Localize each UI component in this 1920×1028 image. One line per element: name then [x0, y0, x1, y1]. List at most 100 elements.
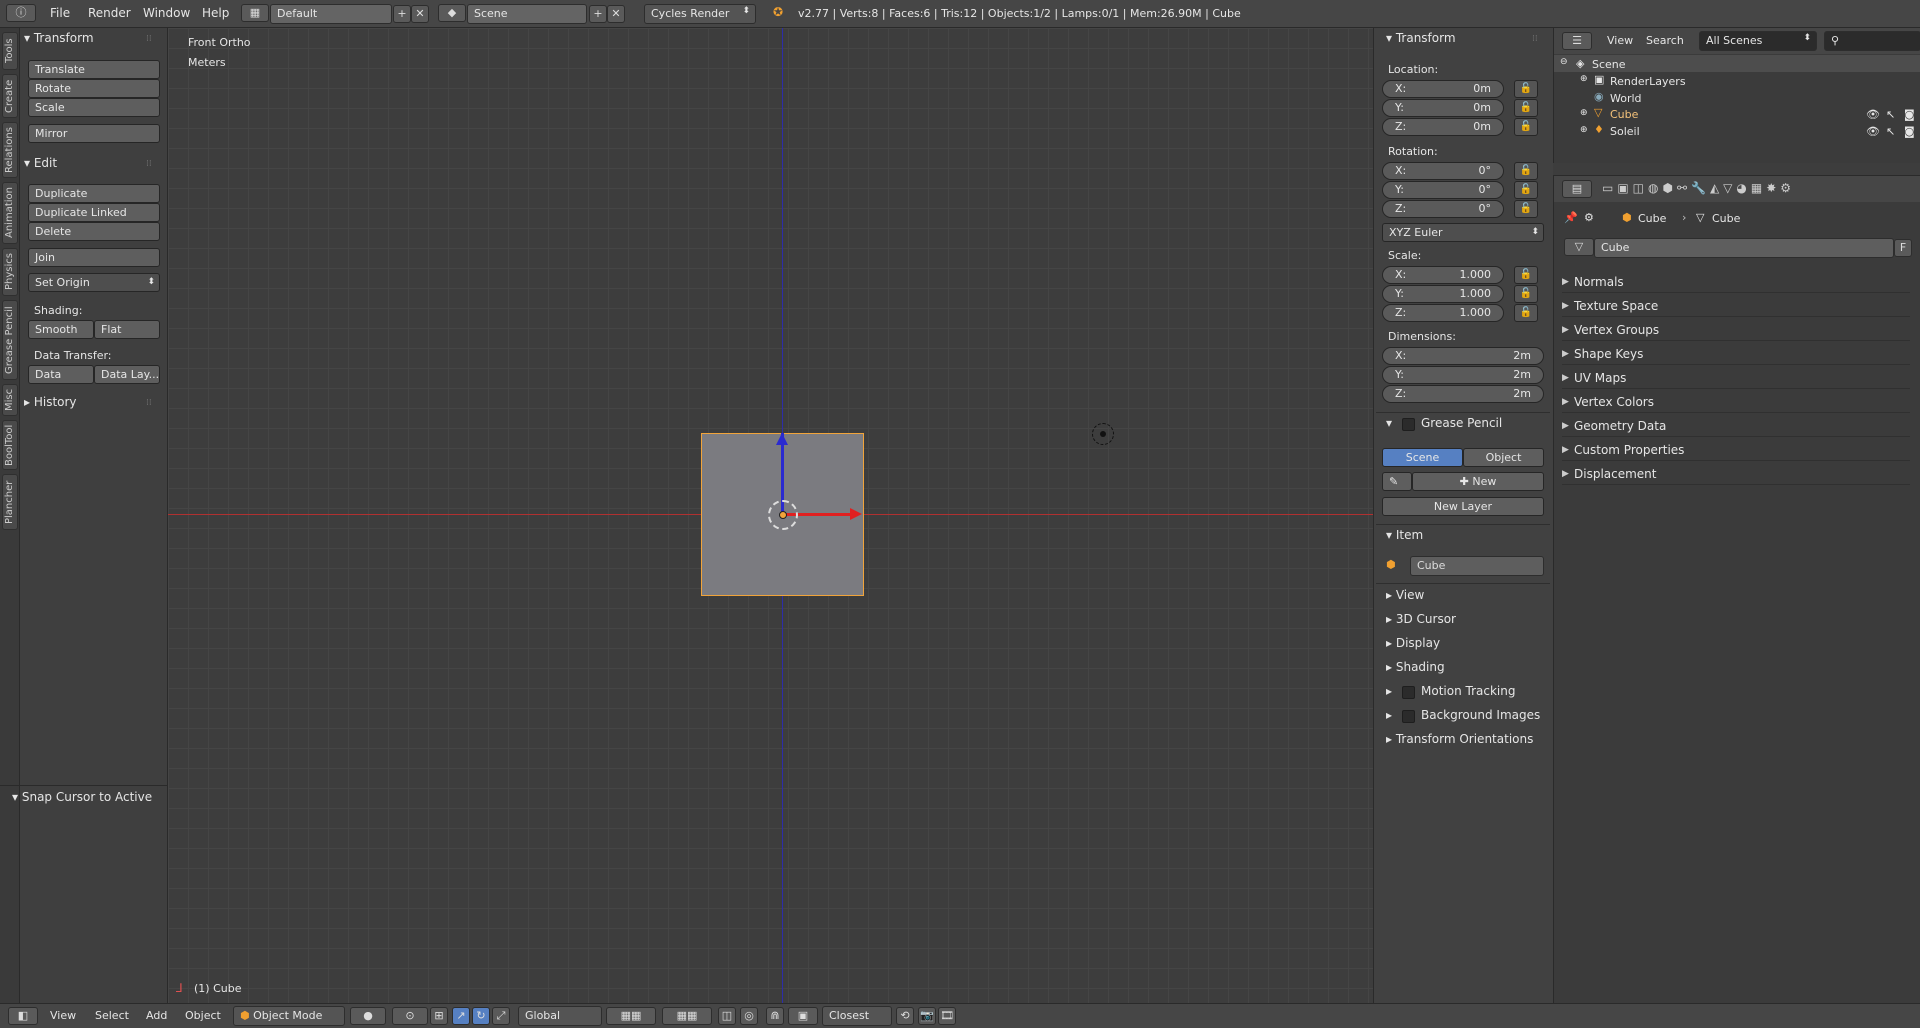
rotation-mode-select[interactable]: XYZ Euler ⬍ — [1382, 223, 1544, 242]
manipulator-toggle-icon[interactable]: ⊞ — [430, 1007, 448, 1025]
3d-viewport[interactable]: Front Ortho Meters ⅃ (1) Cube — [168, 28, 1373, 1003]
add-layout-icon[interactable]: + — [393, 5, 411, 23]
selectable-arrow-icon[interactable]: ↖ — [1886, 108, 1895, 121]
location-y-field[interactable]: Y: 0m — [1382, 99, 1504, 117]
snap-magnet-icon[interactable]: ⋒ — [766, 1007, 784, 1025]
item-panel-header[interactable]: ▾ Item — [1386, 528, 1423, 542]
transform-panel-header[interactable]: ▾ Transform — [1386, 31, 1456, 45]
scene-field[interactable]: Scene — [467, 4, 587, 24]
menu-view[interactable]: View — [50, 1009, 76, 1022]
history-panel-header[interactable]: ▸ History — [24, 395, 77, 409]
gizmo-x-arrowhead-icon[interactable] — [850, 508, 862, 520]
3d-cursor-panel-header[interactable]: ▸ 3D Cursor — [1386, 612, 1456, 626]
lock-icon[interactable]: 🔓 — [1514, 181, 1538, 199]
outliner-search-menu[interactable]: Search — [1646, 34, 1684, 47]
pencil-icon[interactable]: ✎ — [1382, 472, 1412, 491]
menu-add[interactable]: Add — [146, 1009, 167, 1022]
edit-panel-header[interactable]: ▾ Edit — [24, 156, 57, 170]
outliner-view-menu[interactable]: View — [1607, 34, 1633, 47]
lock-icon[interactable]: 🔓 — [1514, 99, 1538, 117]
smooth-button[interactable]: Smooth — [28, 320, 94, 339]
background-images-checkbox[interactable] — [1402, 710, 1415, 723]
translate-manipulator-icon[interactable]: ↗ — [452, 1007, 470, 1025]
menu-help[interactable]: Help — [202, 6, 229, 20]
mirror-button[interactable]: Mirror — [28, 124, 160, 143]
gp-new-layer-button[interactable]: New Layer — [1382, 497, 1544, 516]
displacement-panel[interactable]: ▶ Displacement — [1562, 463, 1910, 485]
custom-properties-panel[interactable]: ▶ Custom Properties — [1562, 439, 1910, 461]
tab-animation[interactable]: Animation — [2, 182, 18, 244]
display-mode-select[interactable]: All Scenes ⬍ — [1699, 31, 1817, 51]
lock-icon[interactable]: 🔓 — [1514, 118, 1538, 136]
scale-x-field[interactable]: X: 1.000 — [1382, 266, 1504, 284]
duplicate-button[interactable]: Duplicate — [28, 184, 160, 203]
motion-tracking-checkbox[interactable] — [1402, 686, 1415, 699]
scale-button[interactable]: Scale — [28, 98, 160, 117]
panel-grip-icon[interactable]: ⁞⁞ — [146, 398, 152, 408]
scale-z-field[interactable]: Z: 1.000 — [1382, 304, 1504, 322]
lock-icon[interactable]: 🔓 — [1514, 200, 1538, 218]
render-camera-icon[interactable]: ◙ — [1904, 108, 1915, 121]
item-name-field[interactable]: Cube — [1410, 556, 1544, 576]
transform-orientation-select[interactable]: Global — [518, 1006, 602, 1026]
render-layer-icon[interactable]: ◫ — [718, 1007, 736, 1025]
grease-pencil-checkbox[interactable] — [1402, 418, 1415, 431]
proportional-edit-icon[interactable]: ◎ — [740, 1007, 758, 1025]
expand-icon[interactable]: ⊕ — [1580, 74, 1588, 84]
expand-icon[interactable]: ⊕ — [1580, 108, 1588, 118]
lock-icon[interactable]: 🔓 — [1514, 266, 1538, 284]
location-x-field[interactable]: X: 0m — [1382, 80, 1504, 98]
rotation-y-field[interactable]: Y: 0° — [1382, 181, 1504, 199]
opengl-render-icon[interactable]: 📷 — [918, 1007, 936, 1025]
lock-icon[interactable]: 🔓 — [1514, 304, 1538, 322]
tab-grease-pencil[interactable]: Grease Pencil — [2, 300, 18, 380]
background-images-panel-header[interactable]: ▸ — [1386, 708, 1392, 722]
dimension-z-field[interactable]: Z: 2m — [1382, 385, 1544, 403]
lock-icon[interactable]: 🔓 — [1514, 162, 1538, 180]
mesh-name-field[interactable]: Cube — [1594, 238, 1894, 258]
outliner-item-world[interactable]: World — [1610, 92, 1642, 105]
data-transfer-button[interactable]: Data — [28, 365, 94, 384]
info-editor-icon[interactable]: ⓘ — [6, 4, 36, 22]
geometry-data-panel[interactable]: ▶ Geometry Data — [1562, 415, 1910, 437]
view-panel-header[interactable]: ▸ View — [1386, 588, 1424, 602]
menu-render[interactable]: Render — [88, 6, 131, 20]
gp-scene-tab[interactable]: Scene — [1382, 448, 1463, 467]
menu-file[interactable]: File — [50, 6, 70, 20]
display-panel-header[interactable]: ▸ Display — [1386, 636, 1440, 650]
scale-manipulator-icon[interactable]: ⤢ — [492, 1007, 510, 1025]
outliner-search-input[interactable]: ⚲ — [1824, 31, 1920, 51]
remove-scene-icon[interactable]: ✕ — [607, 5, 625, 23]
layers-grid-icon[interactable]: ▦▦ — [606, 1007, 656, 1025]
duplicate-linked-button[interactable]: Duplicate Linked — [28, 203, 160, 222]
panel-grip-icon[interactable]: ⁞⁞ — [1532, 34, 1538, 44]
scale-y-field[interactable]: Y: 1.000 — [1382, 285, 1504, 303]
texture-space-panel[interactable]: ▶ Texture Space — [1562, 295, 1910, 317]
context-tabs[interactable]: ▭▣◫◍⬢⚯🔧◭▽◕▦✸⚙ — [1602, 181, 1795, 195]
tab-tools[interactable]: Tools — [2, 32, 18, 70]
gizmo-z-arrowhead-icon[interactable] — [776, 433, 788, 445]
render-engine-select[interactable]: Cycles Render ⬍ — [644, 4, 756, 24]
outliner-item-scene[interactable]: Scene — [1592, 58, 1626, 71]
motion-tracking-panel-header[interactable]: ▸ — [1386, 684, 1392, 698]
join-button[interactable]: Join — [28, 248, 160, 267]
rotation-x-field[interactable]: X: 0° — [1382, 162, 1504, 180]
snap-target-select[interactable]: Closest — [822, 1006, 892, 1026]
layers-grid-2-icon[interactable]: ▦▦ — [662, 1007, 712, 1025]
panel-grip-icon[interactable]: ⁞⁞ — [146, 34, 152, 44]
lock-icon[interactable]: 🔓 — [1514, 285, 1538, 303]
rotate-button[interactable]: Rotate — [28, 79, 160, 98]
tab-relations[interactable]: Relations — [2, 122, 18, 178]
menu-select[interactable]: Select — [95, 1009, 129, 1022]
transform-panel-header[interactable]: ▾ Transform — [24, 31, 94, 45]
data-layout-button[interactable]: Data Lay... — [94, 365, 160, 384]
rotation-z-field[interactable]: Z: 0° — [1382, 200, 1504, 218]
opengl-render-animation-icon[interactable]: 🎞 — [938, 1007, 956, 1025]
transform-orientations-panel-header[interactable]: ▸ Transform Orientations — [1386, 732, 1533, 746]
fake-user-button[interactable]: F — [1894, 239, 1912, 257]
selectable-arrow-icon[interactable]: ↖ — [1886, 125, 1895, 138]
screen-layout-icon[interactable]: ▦ — [241, 4, 269, 22]
panel-grip-icon[interactable]: ⁞⁞ — [146, 159, 152, 169]
shading-panel-header[interactable]: ▸ Shading — [1386, 660, 1445, 674]
layout-field[interactable]: Default — [270, 4, 392, 24]
